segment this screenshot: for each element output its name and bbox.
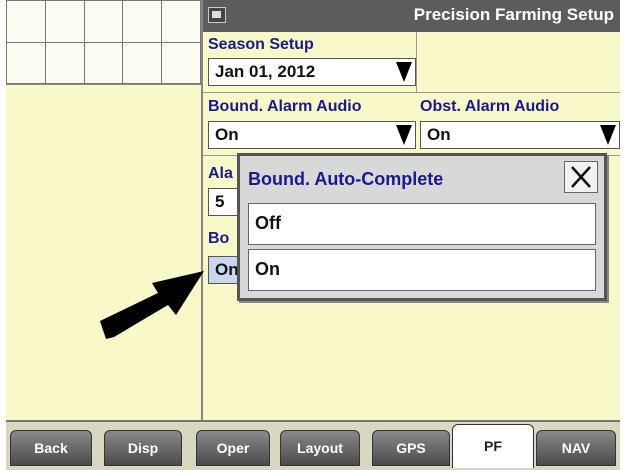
grid-cell[interactable] <box>122 0 163 43</box>
pointer-arrow-icon <box>100 271 204 339</box>
bound-alarm-label: Bound. Alarm Audio <box>208 98 362 115</box>
divider <box>416 32 417 92</box>
option-label: On <box>255 259 280 279</box>
dropdown-arrow-icon <box>396 62 412 82</box>
dropdown-arrow-icon <box>600 125 616 145</box>
page-title: Precision Farming Setup <box>413 5 614 24</box>
bound-auto-complete-dialog: Bound. Auto-Complete Off On <box>237 153 607 301</box>
obst-alarm-label: Obst. Alarm Audio <box>420 98 560 115</box>
tab-bar: Back Disp Oper Layout GPS PF NAV <box>6 420 620 470</box>
option-label: Off <box>255 213 281 233</box>
dialog-title: Bound. Auto-Complete <box>248 169 444 189</box>
grid-cell[interactable] <box>83 0 124 43</box>
grid-cell[interactable] <box>6 0 46 43</box>
title-bar: Precision Farming Setup <box>203 0 620 32</box>
bound-value: On <box>215 260 239 279</box>
option-on[interactable]: On <box>248 249 596 291</box>
tab-nav[interactable]: NAV <box>536 430 616 466</box>
grid-cell[interactable] <box>122 41 163 84</box>
screen-icon <box>208 7 226 23</box>
alarm-value: 5 <box>215 192 225 211</box>
bound-alarm-value: On <box>215 125 239 144</box>
close-button[interactable] <box>564 161 598 193</box>
grid-cell[interactable] <box>161 0 201 43</box>
option-off[interactable]: Off <box>248 203 596 245</box>
close-icon <box>571 166 591 188</box>
tab-pf[interactable]: PF <box>452 424 534 468</box>
grid-cell[interactable] <box>161 41 201 84</box>
tab-layout[interactable]: Layout <box>280 430 360 466</box>
grid-cell[interactable] <box>44 41 85 84</box>
season-value: Jan 01, 2012 <box>215 62 316 81</box>
tab-oper[interactable]: Oper <box>196 430 270 466</box>
obst-alarm-value: On <box>427 125 451 144</box>
grid-cell[interactable] <box>6 41 46 84</box>
tab-disp[interactable]: Disp <box>104 430 182 466</box>
grid-cell[interactable] <box>44 0 85 43</box>
obst-alarm-dropdown[interactable]: On <box>420 121 620 149</box>
bound-label: Bo <box>208 230 230 247</box>
alarm-label: Ala <box>208 165 233 182</box>
tab-gps[interactable]: GPS <box>372 430 450 466</box>
season-dropdown[interactable]: Jan 01, 2012 <box>208 58 416 86</box>
divider <box>201 0 203 420</box>
dropdown-arrow-icon <box>396 125 412 145</box>
divider <box>6 84 202 85</box>
season-setup-label: Season Setup <box>208 36 314 53</box>
display-screen: Precision Farming Setup Season Setup Jan… <box>6 0 620 470</box>
divider <box>203 92 620 93</box>
layout-grid <box>6 0 201 84</box>
grid-cell[interactable] <box>83 41 124 84</box>
bound-alarm-dropdown[interactable]: On <box>208 121 416 149</box>
tab-back[interactable]: Back <box>10 430 92 466</box>
